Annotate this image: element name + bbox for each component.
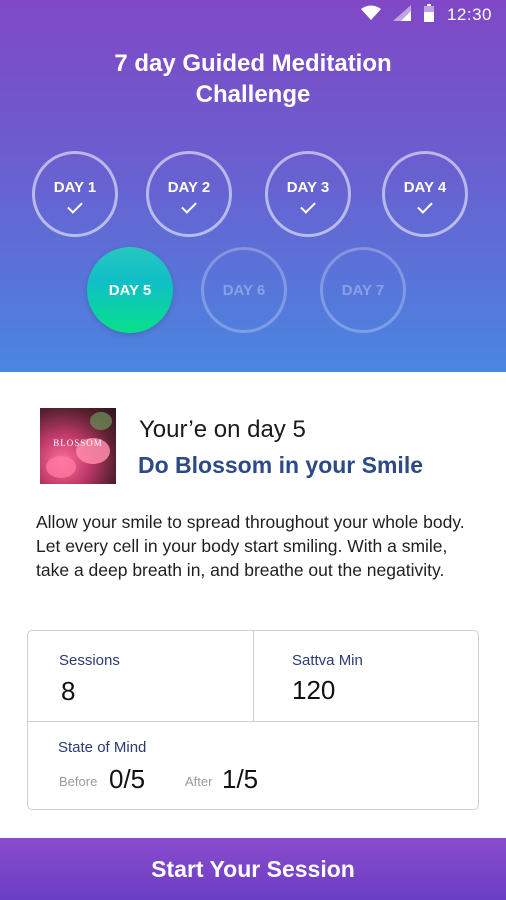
day-label: DAY 2 — [167, 178, 211, 196]
divider — [28, 721, 478, 722]
session-thumbnail: BLOSSOM — [40, 408, 116, 484]
before-value: 0/5 — [109, 764, 146, 794]
day-1-button[interactable]: DAY 1 — [32, 151, 118, 237]
before-label: Before — [59, 774, 98, 789]
page-title: 7 day Guided Meditation Challenge — [0, 48, 506, 110]
checkmark-icon — [67, 197, 83, 214]
session-description: Allow your smile to spread throughout yo… — [36, 512, 465, 580]
after-value: 1/5 — [222, 764, 259, 794]
sessions-label: Sessions — [59, 652, 120, 669]
day-5-button[interactable]: DAY 5 — [87, 247, 173, 333]
thumbnail-leaf — [90, 412, 112, 430]
current-session-info: BLOSSOM Your’e on day 5 Do Blossom in yo… — [40, 408, 480, 484]
day-7-button[interactable]: DAY 7 — [320, 247, 406, 333]
stats-card: Sessions 8 Sattva Min 120 State of Mind … — [27, 630, 479, 810]
checkmark-icon — [417, 197, 433, 214]
day-label: DAY 4 — [403, 178, 447, 196]
day-label: DAY 6 — [222, 281, 266, 299]
wifi-icon — [360, 5, 381, 26]
day-2-button[interactable]: DAY 2 — [146, 151, 232, 237]
day-3-button[interactable]: DAY 3 — [265, 151, 351, 237]
current-day-text: Your’e on day 5 — [139, 416, 306, 443]
page-title-line-2: Challenge — [195, 81, 311, 108]
challenge-header: 12:30 7 day Guided Meditation Challenge … — [0, 0, 506, 372]
day-label: DAY 3 — [286, 178, 330, 196]
status-bar: 12:30 — [0, 0, 506, 30]
sattva-min-value: 120 — [292, 675, 336, 705]
state-of-mind-label: State of Mind — [58, 739, 147, 756]
session-title: Do Blossom in your Smile — [138, 452, 423, 478]
checkmark-icon — [181, 197, 197, 214]
divider — [253, 631, 254, 722]
day-label: DAY 1 — [53, 178, 97, 196]
after-label: After — [185, 774, 213, 789]
cell-signal-icon — [392, 4, 411, 26]
page-title-line-1: 7 day Guided Meditation — [114, 50, 392, 77]
battery-icon — [423, 3, 435, 27]
checkmark-icon — [300, 197, 316, 214]
day-6-button[interactable]: DAY 6 — [201, 247, 287, 333]
sessions-value: 8 — [61, 676, 76, 706]
day-label: DAY 7 — [341, 281, 385, 299]
thumbnail-flower — [46, 456, 76, 478]
status-time: 12:30 — [446, 5, 492, 24]
sattva-min-label: Sattva Min — [292, 652, 363, 669]
thumbnail-label: BLOSSOM — [53, 438, 103, 448]
day-label: DAY 5 — [108, 281, 152, 299]
start-session-button[interactable]: Start Your Session — [0, 838, 506, 900]
day-4-button[interactable]: DAY 4 — [382, 151, 468, 237]
